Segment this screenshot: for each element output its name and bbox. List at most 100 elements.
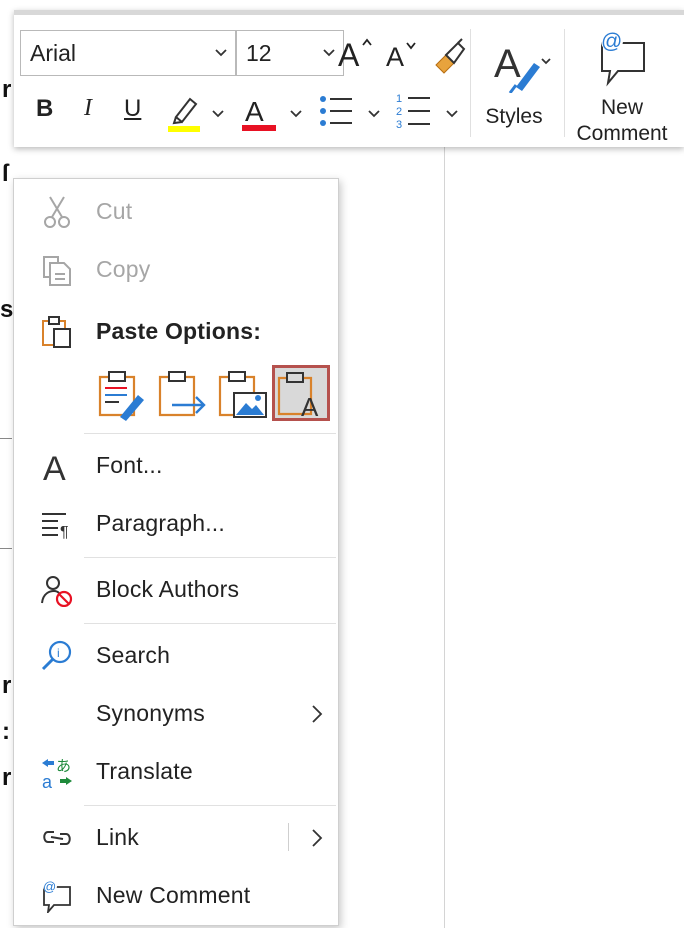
- toolbar-separator: [564, 29, 565, 137]
- paste-keep-source-formatting-icon: [98, 371, 144, 421]
- menu-separator: [84, 805, 336, 806]
- menu-item-font[interactable]: A Font...: [14, 437, 338, 493]
- new-comment-button[interactable]: @ New Comment: [566, 25, 680, 145]
- font-name-value: Arial: [30, 40, 77, 66]
- font-size-combo[interactable]: 12: [236, 30, 344, 76]
- bold-button[interactable]: B: [36, 95, 53, 123]
- underline-button[interactable]: U: [124, 95, 141, 123]
- paragraph-icon: ¶: [42, 513, 69, 541]
- menu-label-new-comment: New Comment: [96, 882, 251, 908]
- menu-separator: [84, 623, 336, 624]
- chevron-down-icon[interactable]: [446, 109, 458, 119]
- new-comment-icon: @: [43, 879, 71, 913]
- paste-merge-formatting-button[interactable]: [154, 365, 212, 421]
- menu-label-link: Link: [96, 824, 139, 850]
- menu-item-copy[interactable]: Copy: [14, 241, 338, 297]
- menu-item-cut[interactable]: Cut: [14, 183, 338, 239]
- scissors-icon: [44, 196, 70, 228]
- highlight-color-swatch: [168, 126, 200, 132]
- doc-rule: [0, 438, 12, 439]
- menu-item-synonyms[interactable]: Synonyms: [14, 685, 338, 741]
- menu-label-copy: Copy: [96, 256, 151, 282]
- menu-label-translate: Translate: [96, 758, 193, 784]
- clear-formatting-icon[interactable]: [428, 35, 468, 75]
- block-authors-icon: [41, 576, 73, 607]
- toolbar-separator: [470, 29, 471, 137]
- translate-icon: あ a: [42, 757, 72, 789]
- menu-item-search[interactable]: i Search: [14, 627, 338, 683]
- font-icon: A: [43, 450, 66, 483]
- font-color-swatch: [242, 125, 276, 131]
- link-icon: [43, 831, 71, 845]
- menu-label-paste-options: Paste Options:: [96, 318, 262, 344]
- menu-separator: [84, 557, 336, 558]
- grow-font-icon[interactable]: A: [336, 33, 378, 73]
- menu-item-paste-options: Paste Options:: [14, 303, 338, 359]
- svg-text:A: A: [494, 42, 521, 86]
- paste-keep-text-only-button[interactable]: A: [272, 365, 330, 422]
- search-icon: i: [41, 640, 72, 671]
- doc-text-fragment: s: [0, 296, 14, 323]
- menu-label-block-authors: Block Authors: [96, 576, 240, 602]
- shrink-font-icon[interactable]: A: [384, 35, 424, 73]
- page-edge: [444, 142, 445, 928]
- doc-text-fragment: :: [2, 718, 10, 745]
- chevron-right-icon[interactable]: [310, 828, 324, 848]
- paste-icon: [42, 316, 71, 348]
- doc-text-fragment: r: [2, 672, 12, 699]
- chevron-right-icon: [312, 705, 323, 723]
- svg-text:2: 2: [396, 106, 402, 118]
- menu-item-link[interactable]: Link: [14, 809, 338, 865]
- menu-item-translate[interactable]: あ a Translate: [14, 743, 338, 799]
- mini-toolbar: Arial 12 A A B I U A 1 2 3 A Styles @ Ne…: [14, 10, 684, 147]
- new-comment-label-line1: New: [600, 96, 643, 119]
- menu-label-cut: Cut: [96, 198, 133, 224]
- svg-text:A: A: [338, 37, 360, 73]
- chevron-down-icon[interactable]: [212, 109, 224, 119]
- doc-text-fragment: ſ: [2, 160, 9, 187]
- chevron-down-icon[interactable]: [290, 109, 302, 119]
- styles-label: Styles: [485, 105, 543, 128]
- menu-label-paragraph: Paragraph...: [96, 510, 225, 536]
- doc-text-fragment: r: [2, 76, 12, 103]
- svg-text:i: i: [57, 646, 60, 660]
- context-menu: Cut Copy Paste Options: A A Font... ¶ Pa…: [13, 178, 339, 926]
- svg-text:@: @: [43, 879, 56, 894]
- menu-separator: [84, 433, 336, 434]
- menu-label-font: Font...: [96, 452, 163, 478]
- svg-text:a: a: [42, 772, 53, 789]
- numbering-icon[interactable]: 1 2 3: [396, 91, 436, 131]
- italic-button[interactable]: I: [84, 95, 92, 122]
- paste-keep-source-formatting-button[interactable]: [94, 365, 152, 421]
- bullets-icon[interactable]: [318, 93, 356, 129]
- svg-text:A: A: [245, 96, 264, 127]
- font-size-value: 12: [246, 40, 272, 66]
- new-comment-label-line2: Comment: [576, 122, 668, 145]
- doc-rule: [0, 548, 12, 549]
- paste-merge-formatting-icon: [158, 371, 206, 417]
- paste-keep-text-only-icon: A: [277, 372, 319, 422]
- paste-picture-button[interactable]: [214, 365, 272, 421]
- paste-picture-icon: [218, 371, 267, 418]
- menu-item-new-comment[interactable]: @ New Comment: [14, 867, 338, 923]
- svg-text:A: A: [43, 450, 66, 483]
- font-name-combo[interactable]: Arial: [20, 30, 236, 76]
- svg-text:@: @: [601, 30, 622, 53]
- styles-icon: A: [494, 42, 551, 93]
- menu-item-block-authors[interactable]: Block Authors: [14, 561, 338, 617]
- svg-text:あ: あ: [56, 757, 71, 775]
- menu-item-paragraph[interactable]: ¶ Paragraph...: [14, 495, 338, 551]
- menu-label-search: Search: [96, 642, 171, 668]
- font-color-icon[interactable]: A: [240, 91, 280, 133]
- menu-label-synonyms: Synonyms: [96, 700, 205, 726]
- highlighter-icon[interactable]: [166, 91, 206, 133]
- svg-text:1: 1: [396, 93, 402, 105]
- svg-text:A: A: [386, 42, 404, 72]
- chevron-down-icon: [323, 49, 335, 57]
- chevron-down-icon: [215, 49, 227, 57]
- chevron-down-icon[interactable]: [368, 109, 380, 119]
- copy-icon: [43, 256, 71, 286]
- new-comment-icon: @: [601, 30, 645, 87]
- svg-text:3: 3: [396, 119, 402, 131]
- styles-button[interactable]: A Styles: [480, 29, 560, 139]
